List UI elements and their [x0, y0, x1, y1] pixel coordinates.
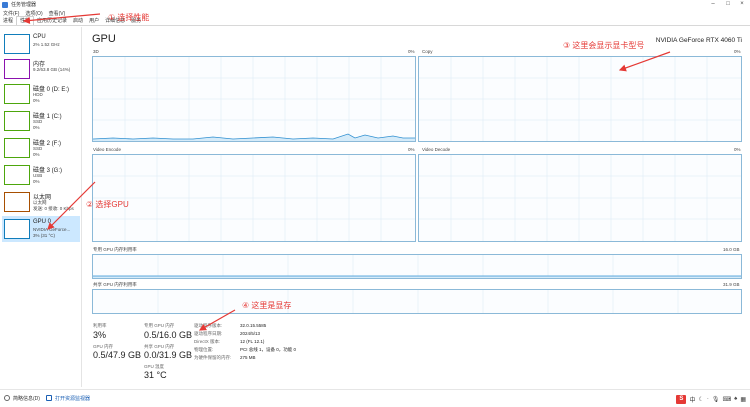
arrow-to-gpu-model [618, 51, 671, 72]
annotation-vram: ④ 这里是显存 [242, 301, 292, 310]
arrow-to-performance-tab [22, 13, 101, 25]
arrow-to-vram [198, 309, 236, 331]
annotation-gpu-model: ③ 这里会显示显卡型号 [563, 41, 645, 50]
annotation-select-gpu: ② 选择GPU [86, 200, 129, 209]
annotation-select-performance: ① 选择性能 [108, 13, 150, 22]
